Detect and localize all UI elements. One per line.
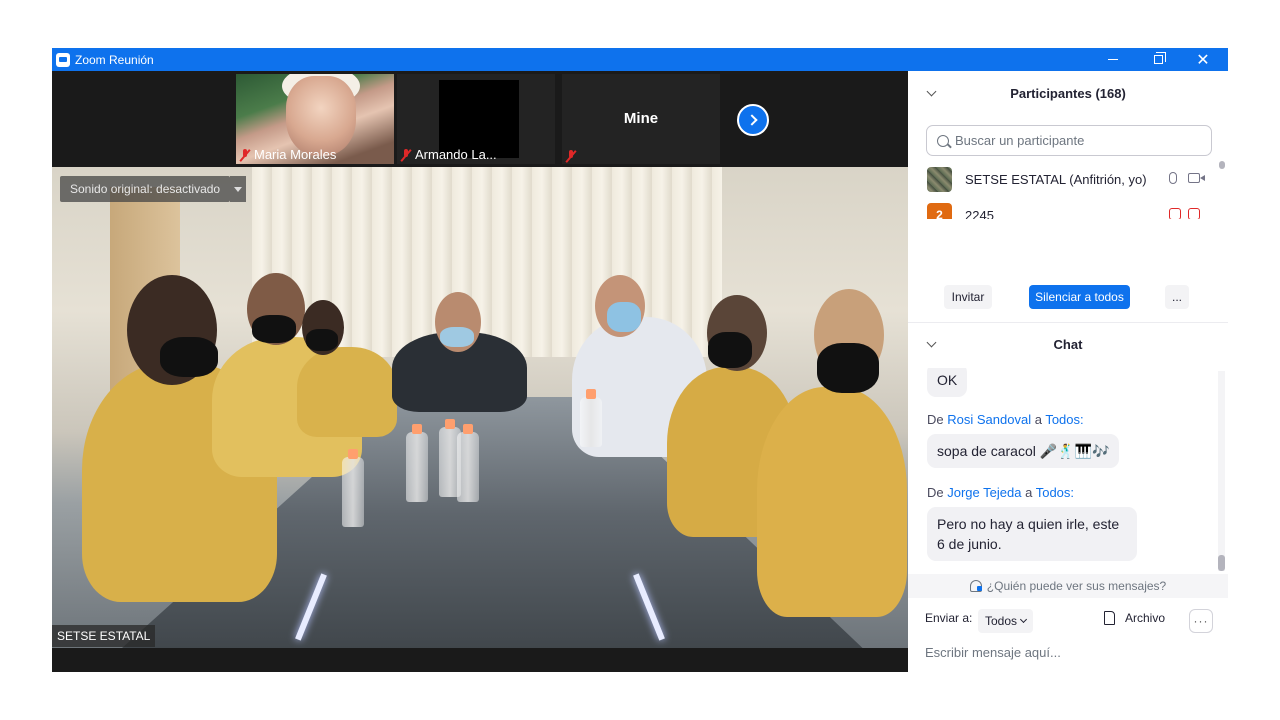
face-mask	[440, 327, 474, 347]
scroll-thumb[interactable]	[1218, 555, 1225, 571]
bottom-bar	[52, 648, 908, 672]
side-panel: Participantes (168) Buscar un participan…	[908, 71, 1228, 672]
chat-message-input[interactable]	[925, 641, 1215, 663]
chevron-right-icon	[745, 114, 758, 126]
search-icon	[937, 134, 949, 147]
title-bar: Zoom Reunión ✕	[52, 48, 1228, 71]
face-mask	[252, 315, 296, 343]
person	[757, 387, 907, 617]
participant-row[interactable]: SETSE ESTATAL (Anfitrión, yo)	[908, 163, 1216, 195]
close-button[interactable]: ✕	[1180, 48, 1226, 71]
send-to-value: Todos	[985, 614, 1018, 628]
recipient-name: Todos:	[1045, 412, 1084, 427]
privacy-person-icon	[969, 580, 982, 592]
mic-muted-icon	[401, 148, 411, 161]
face-mask	[708, 332, 752, 368]
file-icon	[1104, 611, 1115, 625]
video-camera-icon[interactable]	[1188, 173, 1205, 183]
thumbnail-name-text: Armando La...	[415, 147, 497, 162]
active-speaker-video: Sonido original: desactivado SETSE ESTAT…	[52, 167, 908, 648]
caret-down-icon	[234, 186, 242, 192]
minimize-button[interactable]	[1090, 48, 1136, 71]
thumbnail-name: Maria Morales	[240, 147, 336, 162]
chat-sender: De Rosi Sandoval a Todos:	[927, 412, 1084, 427]
chat-title: Chat	[1053, 336, 1083, 352]
avatar	[927, 166, 952, 192]
recipient-prefix: a	[1025, 485, 1033, 500]
scroll-thumb[interactable]	[1219, 161, 1225, 169]
participant-name: SETSE ESTATAL (Anfitrión, yo)	[965, 171, 1147, 187]
video-off-icon[interactable]	[1188, 208, 1200, 219]
invite-button[interactable]: Invitar	[944, 285, 992, 309]
chat-sender: De Jorge Tejeda a Todos:	[927, 485, 1074, 500]
participants-header: Participantes (168)	[908, 71, 1228, 115]
chevron-down-icon[interactable]	[926, 337, 937, 348]
sender-name[interactable]: Rosi Sandoval	[947, 412, 1031, 427]
recipient-prefix: a	[1034, 412, 1042, 427]
file-button[interactable]: Archivo	[1104, 611, 1165, 625]
participant-name: 2245	[965, 207, 994, 220]
mic-muted-icon	[240, 148, 250, 161]
thumbnail-label: Mine	[623, 110, 659, 127]
water-bottle	[342, 449, 364, 527]
sender-name[interactable]: Jorge Tejeda	[947, 485, 1021, 500]
recipient-name: Todos:	[1035, 485, 1075, 500]
participants-title: Participantes (168)	[1010, 85, 1126, 101]
person	[297, 347, 397, 437]
search-placeholder: Buscar un participante	[955, 133, 1085, 148]
chat-message: OK	[927, 368, 968, 397]
water-bottle	[580, 389, 602, 447]
original-sound-dropdown[interactable]	[230, 176, 246, 202]
who-can-see-link[interactable]: ¿Quién puede ver sus mensajes?	[908, 574, 1228, 598]
thumbnail-name-text: Maria Morales	[254, 147, 337, 162]
chat-message: sopa de caracol 🎤🕺🎹🎶	[927, 434, 1120, 468]
file-label: Archivo	[1125, 611, 1166, 625]
avatar: 2	[927, 202, 952, 219]
participant-face	[286, 76, 356, 156]
participant-list: SETSE ESTATAL (Anfitrión, yo) 2 2245	[908, 161, 1216, 219]
participants-more-button[interactable]: ...	[1165, 285, 1189, 309]
thumbnail-maria-morales[interactable]: Maria Morales	[236, 74, 394, 164]
participant-search[interactable]: Buscar un participante	[926, 125, 1212, 156]
chat-scrollbar[interactable]	[1218, 371, 1225, 571]
mute-all-button[interactable]: Silenciar a todos	[1029, 285, 1130, 309]
chat-message: Pero no hay a quien irle, este 6 de juni…	[927, 507, 1137, 561]
chevron-down-icon[interactable]	[926, 86, 937, 97]
participant-row[interactable]: 2 2245	[908, 199, 1216, 219]
sender-prefix: De	[927, 412, 944, 427]
window-title: Zoom Reunión	[75, 52, 154, 67]
mic-muted-icon	[566, 150, 576, 162]
participant-scrollbar[interactable]	[1219, 161, 1225, 219]
chevron-down-icon	[1019, 615, 1028, 624]
sender-prefix: De	[927, 485, 944, 500]
face-mask	[607, 302, 641, 332]
send-to-dropdown[interactable]: Todos	[978, 609, 1034, 633]
video-area: Maria Morales Armando La... Mine Sonido …	[52, 71, 908, 672]
microphone-icon[interactable]	[1169, 172, 1177, 184]
face-mask	[306, 329, 338, 351]
thumbnail-name	[566, 150, 580, 162]
original-sound-button[interactable]: Sonido original: desactivado	[60, 176, 231, 202]
chat-more-button[interactable]: ···	[1189, 609, 1213, 633]
chat-messages: OK De Rosi Sandoval a Todos: sopa de car…	[908, 368, 1218, 572]
thumbnail-mine[interactable]: Mine	[562, 74, 720, 164]
chat-header: Chat	[908, 322, 1228, 366]
send-to-label: Enviar a:	[925, 611, 973, 625]
minimize-icon	[1108, 59, 1118, 60]
zoom-window: Zoom Reunión ✕ Maria Morales Armando La.…	[52, 48, 1228, 672]
speaker-name-label: SETSE ESTATAL	[52, 625, 156, 647]
who-can-see-text: ¿Quién puede ver sus mensajes?	[986, 579, 1167, 593]
zoom-logo-icon	[56, 52, 70, 67]
microphone-muted-icon[interactable]	[1169, 208, 1181, 219]
restore-icon	[1153, 52, 1166, 64]
gallery-strip: Maria Morales Armando La... Mine	[52, 71, 908, 167]
thumbnail-armando[interactable]: Armando La...	[397, 74, 555, 164]
water-bottle	[457, 424, 479, 502]
water-bottle	[406, 424, 428, 502]
thumbnail-name: Armando La...	[401, 147, 497, 162]
restore-button[interactable]	[1135, 48, 1181, 71]
next-page-button[interactable]	[737, 104, 769, 136]
face-mask	[160, 337, 218, 377]
face-mask	[817, 343, 879, 393]
